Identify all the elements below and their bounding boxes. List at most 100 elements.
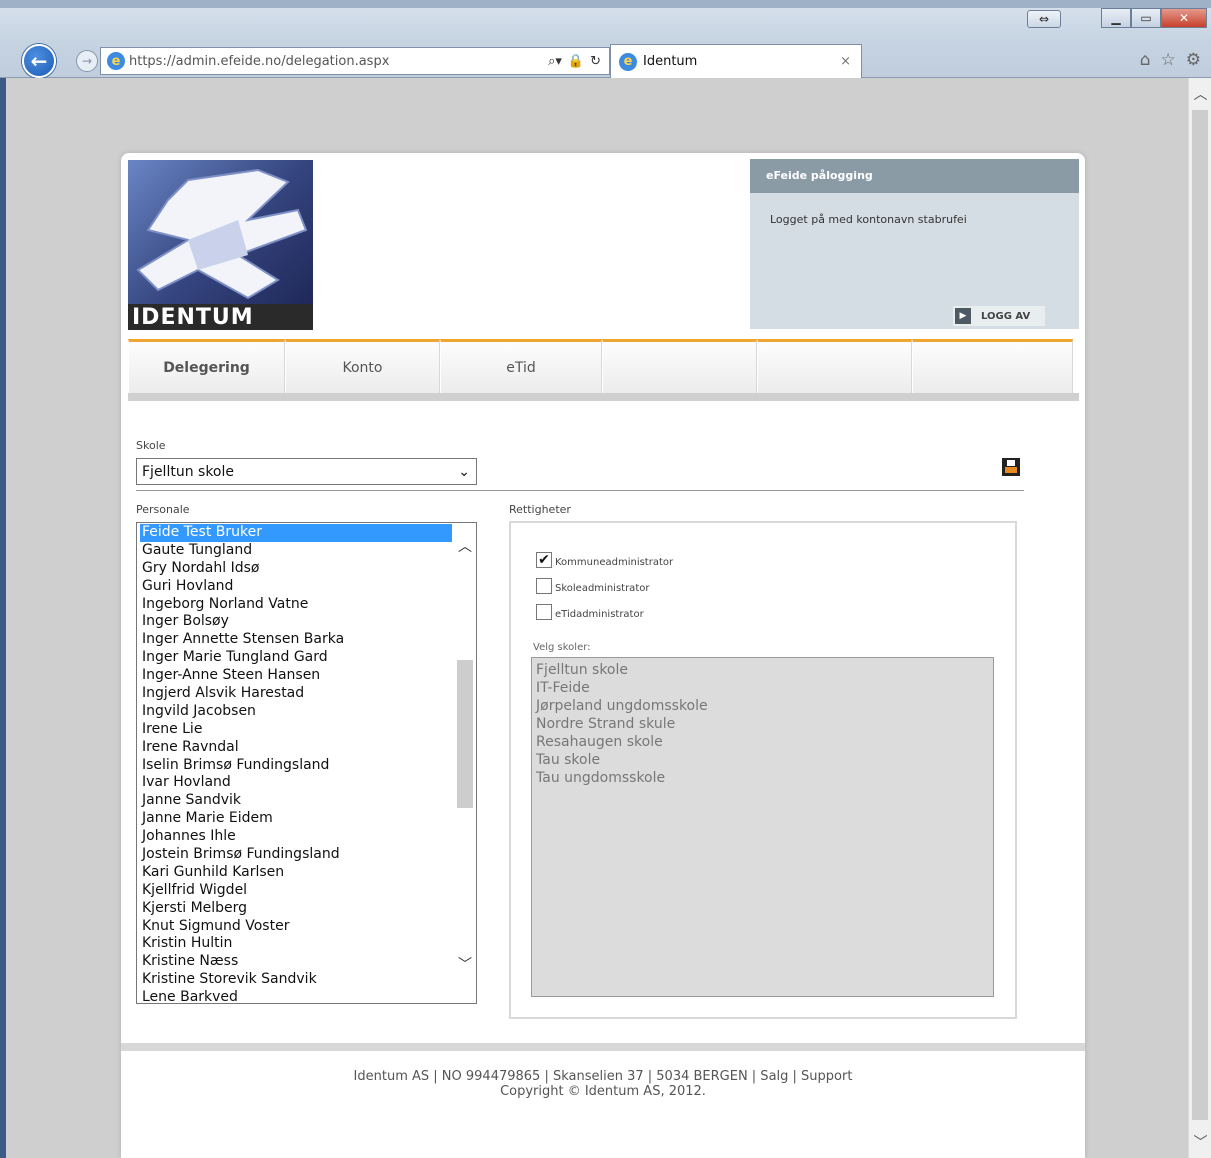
address-bar[interactable]: e https://admin.efeide.no/delegation.asp… [100, 47, 610, 75]
staff-scrollbar[interactable]: ︿ ﹀ [455, 524, 475, 1003]
list-item[interactable]: Kari Gunhild Karlsen [140, 864, 452, 882]
lock-icon[interactable]: 🔒 [568, 54, 584, 69]
gear-icon[interactable]: ⚙ [1186, 50, 1201, 70]
tab-etid[interactable]: eTid [440, 339, 602, 393]
checkbox-box[interactable]: ✔ [536, 552, 552, 568]
tab-empty-2[interactable] [757, 339, 912, 393]
page-scrollbar[interactable]: ︿ ﹀ [1188, 78, 1211, 1158]
list-item[interactable]: Iselin Brimsø Fundingsland [140, 757, 452, 775]
search-icon[interactable]: ⌕▾ [548, 54, 562, 69]
list-item[interactable]: Ingeborg Norland Vatne [140, 596, 452, 614]
list-item[interactable]: Jørpeland ungdomsskole [536, 697, 989, 715]
school-select-value: Fjelltun skole [142, 463, 234, 480]
browser-chrome: ⇔ ▁ ▭ ✕ ← → e https://admin.efeide.no/de… [0, 0, 1211, 78]
page-scroll-thumb[interactable] [1192, 110, 1208, 1120]
scroll-up-icon[interactable]: ︿ [455, 536, 475, 556]
list-item[interactable]: Inger Marie Tungland Gard [140, 649, 452, 667]
list-item[interactable]: Tau skole [536, 751, 989, 769]
list-item[interactable]: Inger-Anne Steen Hansen [140, 667, 452, 685]
list-item[interactable]: Lene Barkved [140, 989, 452, 1003]
logout-label: LOGG AV [981, 310, 1031, 322]
school-label: Skole [136, 439, 166, 452]
login-panel: eFeide pålogging Logget på med kontonavn… [750, 159, 1079, 329]
list-item[interactable]: Jostein Brimsø Fundingsland [140, 846, 452, 864]
list-item[interactable]: Feide Test Bruker [140, 524, 452, 542]
school-select[interactable]: Fjelltun skole ⌄ [136, 458, 477, 485]
tab-identum[interactable]: e Identum × [610, 44, 862, 78]
checkbox-label: Skoleadministrator [555, 583, 650, 594]
rights-panel: ✔ Kommuneadministrator Skoleadministrato… [509, 521, 1017, 1019]
forward-button[interactable]: → [76, 50, 98, 72]
list-item[interactable]: Kristine Storevik Sandvik [140, 971, 452, 989]
address-url[interactable]: https://admin.efeide.no/delegation.aspx [129, 54, 389, 69]
footer-divider [121, 1043, 1085, 1051]
checkbox-etidadministrator[interactable]: eTidadministrator [536, 604, 644, 620]
list-item[interactable]: Gry Nordahl Idsø [140, 560, 452, 578]
select-schools-label: Velg skoler: [533, 642, 591, 653]
list-item[interactable]: Kristine Næss [140, 953, 452, 971]
logout-icon: ▶ [955, 308, 971, 324]
checkbox-label: Kommuneadministrator [555, 557, 674, 568]
back-button[interactable]: ← [22, 44, 56, 78]
refresh-icon[interactable]: ↻ [590, 54, 601, 69]
list-item[interactable]: Janne Sandvik [140, 792, 452, 810]
tab-konto[interactable]: Konto [285, 339, 440, 393]
list-item[interactable]: Irene Ravndal [140, 739, 452, 757]
list-item[interactable]: Johannes Ihle [140, 828, 452, 846]
tab-empty-1[interactable] [602, 339, 757, 393]
list-item[interactable]: Resahaugen skole [536, 733, 989, 751]
list-item[interactable]: Kjersti Melberg [140, 900, 452, 918]
scroll-down-icon[interactable]: ﹀ [455, 954, 475, 974]
browser-tools: ⌂ ☆ ⚙ [1140, 50, 1201, 70]
staff-listbox[interactable]: Feide Test Bruker Gaute Tungland Gry Norda… [136, 522, 477, 1004]
tab-empty-3[interactable] [912, 339, 1073, 393]
list-item[interactable]: Irene Lie [140, 721, 452, 739]
maximize-icon[interactable]: ▭ [1131, 8, 1161, 28]
list-item[interactable]: Ingvild Jacobsen [140, 703, 452, 721]
scroll-down-icon[interactable]: ﹀ [1189, 1128, 1211, 1156]
schools-listbox[interactable]: Fjelltun skole IT-Feide Jørpeland ungdomss… [531, 657, 994, 997]
page-card: IDENTUM eFeide pålogging Logget på med k… [121, 153, 1085, 1158]
logo-wordmark: IDENTUM [128, 304, 313, 330]
list-item[interactable]: Guri Hovland [140, 578, 452, 596]
list-item[interactable]: Tau ungdomsskole [536, 769, 989, 787]
list-item[interactable]: Inger Annette Stensen Barka [140, 631, 452, 649]
list-item[interactable]: Gaute Tungland [140, 542, 452, 560]
checkbox-skoleadministrator[interactable]: Skoleadministrator [536, 578, 649, 594]
checkbox-box[interactable] [536, 578, 552, 594]
checkbox-label: eTidadministrator [555, 609, 644, 620]
footer: Identum AS | NO 994479865 | Skanselien 3… [121, 1069, 1085, 1099]
list-item[interactable]: Ingjerd Alsvik Harestad [140, 685, 452, 703]
list-item[interactable]: Kristin Hultin [140, 935, 452, 953]
list-item[interactable]: IT-Feide [536, 679, 989, 697]
checkbox-kommuneadministrator[interactable]: ✔ Kommuneadministrator [536, 552, 673, 568]
minimize-icon[interactable]: ▁ [1101, 8, 1131, 28]
chevron-down-icon: ⌄ [458, 463, 470, 480]
list-item[interactable]: Kjellfrid Wigdel [140, 882, 452, 900]
checkbox-box[interactable] [536, 604, 552, 620]
close-tab-icon[interactable]: × [840, 54, 851, 69]
title-strip [0, 0, 1211, 8]
close-window-icon[interactable]: ✕ [1161, 8, 1207, 28]
home-icon[interactable]: ⌂ [1140, 50, 1151, 70]
list-item[interactable]: Nordre Strand skule [536, 715, 989, 733]
list-item[interactable]: Knut Sigmund Voster [140, 918, 452, 936]
list-item[interactable]: Ivar Hovland [140, 774, 452, 792]
footer-copyright: Copyright © Identum AS, 2012. [500, 1084, 706, 1099]
scroll-up-icon[interactable]: ︿ [1189, 80, 1211, 108]
window-buttons: ▁ ▭ ✕ [1101, 8, 1207, 28]
tab-layout-icon[interactable]: ⇔ [1027, 10, 1061, 28]
save-icon[interactable] [1002, 458, 1020, 476]
star-icon[interactable]: ☆ [1161, 50, 1176, 70]
scroll-thumb[interactable] [457, 660, 473, 808]
footer-line1: Identum AS | NO 994479865 | Skanselien 3… [353, 1069, 853, 1084]
list-item[interactable]: Inger Bolsøy [140, 613, 452, 631]
address-tools: ⌕▾ 🔒 ↻ [548, 54, 609, 69]
list-item[interactable]: Janne Marie Eidem [140, 810, 452, 828]
tab-delegering[interactable]: Delegering [128, 339, 285, 393]
separator [136, 490, 1024, 491]
logout-button[interactable]: ▶ LOGG AV [953, 306, 1045, 326]
main-menu: Delegering Konto eTid [128, 339, 1079, 393]
list-item[interactable]: Fjelltun skole [536, 661, 989, 679]
rights-label: Rettigheter [509, 503, 571, 516]
